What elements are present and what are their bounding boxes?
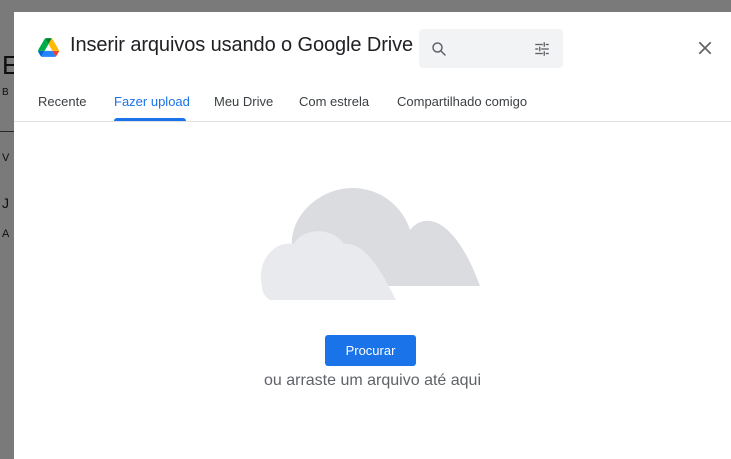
search-box[interactable] <box>419 29 563 68</box>
tab-meu-drive[interactable]: Meu Drive <box>214 94 273 109</box>
search-input[interactable] <box>455 37 523 61</box>
tab-com-estrela[interactable]: Com estrela <box>299 94 369 109</box>
tune-icon[interactable] <box>533 40 551 58</box>
close-icon[interactable] <box>696 39 714 57</box>
browse-button[interactable]: Procurar <box>325 335 416 366</box>
dialog-title: Inserir arquivos usando o Google Drive <box>70 34 414 56</box>
google-drive-logo-icon <box>38 38 59 57</box>
tab-compartilhado-comigo[interactable]: Compartilhado comigo <box>397 94 527 109</box>
active-tab-indicator <box>114 118 186 121</box>
cloud-illustration-icon <box>260 188 480 300</box>
dialog-header: Inserir arquivos usando o Google Drive <box>14 12 731 82</box>
tab-recente[interactable]: Recente <box>38 94 86 109</box>
tab-fazer-upload[interactable]: Fazer upload <box>114 94 190 109</box>
tab-bar: Recente Fazer upload Meu Drive Com estre… <box>14 82 731 122</box>
drag-drop-hint: ou arraste um arquivo até aqui <box>263 372 481 389</box>
google-drive-picker-dialog: Inserir arquivos usando o Google Drive R… <box>14 12 731 459</box>
search-icon[interactable] <box>430 40 448 58</box>
